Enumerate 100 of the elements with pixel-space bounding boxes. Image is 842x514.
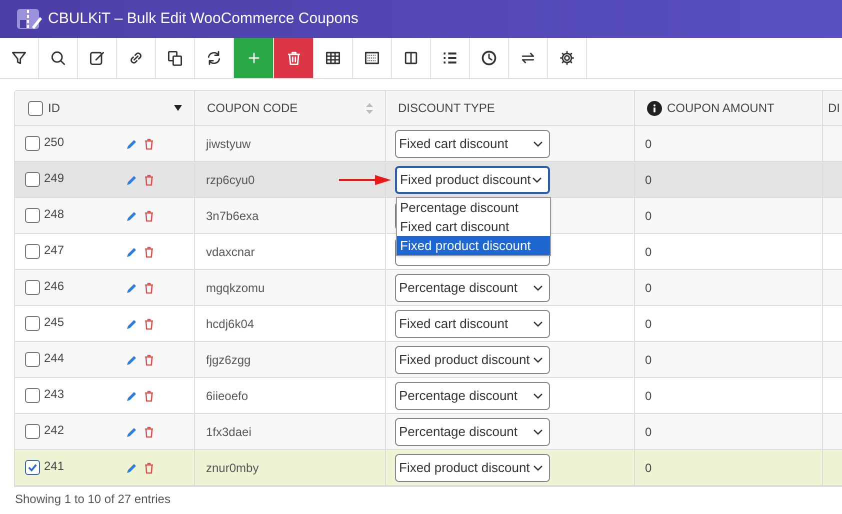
info-icon: [647, 100, 662, 116]
trash-icon[interactable]: [144, 246, 154, 258]
coupon-amount-cell: 0: [635, 342, 823, 377]
pencil-icon[interactable]: [126, 138, 138, 150]
row-checkbox[interactable]: [25, 208, 40, 223]
column-header: DI: [828, 100, 840, 117]
trash-icon[interactable]: [144, 282, 154, 294]
trash-icon[interactable]: [144, 318, 154, 330]
coupon-code-cell: jiwstyuw: [195, 126, 386, 161]
pencil-icon[interactable]: [126, 426, 138, 438]
edit-icon: [88, 49, 106, 67]
column-header: DISCOUNT TYPE: [398, 100, 495, 117]
row-id: 245: [44, 314, 66, 330]
copy-icon: [166, 49, 184, 67]
coupon-amount-cell: 0: [635, 126, 823, 161]
discount-type-select[interactable]: Percentage discount: [395, 274, 550, 302]
column-header: COUPON AMOUNT: [667, 100, 774, 117]
row-id: 241: [44, 458, 66, 474]
pencil-icon[interactable]: [126, 354, 138, 366]
trash-icon[interactable]: [144, 390, 154, 402]
coupon-amount-cell: 0: [635, 162, 823, 197]
chevron-icon: [533, 356, 543, 362]
trash-icon[interactable]: [144, 426, 154, 438]
coupon-amount-cell: 0: [635, 306, 823, 341]
coupon-code-cell: vdaxcnar: [195, 234, 386, 269]
delete-button[interactable]: [274, 38, 314, 78]
trash-icon[interactable]: [144, 354, 154, 366]
pencil-icon[interactable]: [126, 282, 138, 294]
filter-icon: [10, 49, 28, 67]
entries-info: Showing 1 to 10 of 27 entries: [15, 492, 172, 506]
row-checkbox[interactable]: [25, 136, 40, 151]
coupon-amount-cell: 0: [635, 198, 823, 233]
trash-icon[interactable]: [144, 138, 154, 150]
coupon-amount-cell: 0: [635, 450, 823, 485]
chevron-icon: [532, 176, 542, 182]
discount-type-select[interactable]: Fixed product discount: [395, 346, 550, 374]
pencil-icon[interactable]: [126, 462, 138, 474]
coupon-code-cell: 3n7b6exa: [195, 198, 386, 233]
coupon-amount-cell: 0: [635, 378, 823, 413]
pencil-icon[interactable]: [126, 390, 138, 402]
row-checkbox[interactable]: [25, 388, 40, 403]
pencil-icon[interactable]: [126, 246, 138, 258]
discount-type-select[interactable]: Fixed cart discount: [395, 310, 550, 338]
row-checkbox[interactable]: [25, 316, 40, 331]
row-checkbox[interactable]: [25, 424, 40, 439]
dropdown-option[interactable]: Fixed product discount: [397, 236, 550, 255]
sort-caret-icon[interactable]: [174, 105, 182, 111]
row-checkbox[interactable]: [25, 460, 40, 475]
dropdown-option[interactable]: Fixed cart discount: [397, 217, 550, 236]
row-id: 249: [44, 170, 66, 186]
discount-type-select[interactable]: Fixed product discount: [395, 454, 550, 482]
settings-icon: [558, 49, 576, 67]
trash-icon[interactable]: [144, 462, 154, 474]
row-id: 242: [44, 422, 66, 438]
row-checkbox[interactable]: [25, 280, 40, 295]
select-all-checkbox[interactable]: [28, 100, 43, 116]
row-id: 243: [44, 386, 66, 402]
chevron-icon: [533, 464, 543, 470]
chevron-icon: [533, 320, 543, 326]
dotted-grid-icon: [363, 49, 381, 67]
table-icon: [324, 49, 342, 67]
discount-type-select[interactable]: Percentage discount: [395, 418, 550, 446]
checkmark-icon: [27, 462, 38, 473]
row-id: 246: [44, 278, 66, 294]
discount-type-select[interactable]: Fixed cart discount: [395, 130, 550, 158]
row-id: 250: [44, 134, 66, 150]
arrow-icon: [339, 174, 391, 186]
coupon-code-cell: mgqkzomu: [195, 270, 386, 305]
coupon-amount-cell: 0: [635, 270, 823, 305]
row-id: 244: [44, 350, 66, 366]
chevron-icon: [533, 392, 543, 398]
coupon-code-cell: hcdj6k04: [195, 306, 386, 341]
pencil-icon[interactable]: [126, 318, 138, 330]
column-header: COUPON CODE: [207, 100, 299, 117]
coupon-code-cell: 6iieoefo: [195, 378, 386, 413]
row-checkbox[interactable]: [25, 352, 40, 367]
discount-type-select[interactable]: Fixed product discount: [395, 166, 550, 194]
row-id: 248: [44, 206, 66, 222]
row-checkbox[interactable]: [25, 244, 40, 259]
row-checkbox[interactable]: [25, 172, 40, 187]
coupon-amount-cell: 0: [635, 414, 823, 449]
dropdown-option[interactable]: Percentage discount: [397, 198, 550, 217]
window-title: CBULKiT – Bulk Edit WooCommerce Coupons: [48, 8, 358, 29]
trash-icon[interactable]: [144, 174, 154, 186]
coupon-code-cell: 1fx3daei: [195, 414, 386, 449]
coupon-code-cell: znur0mby: [195, 450, 386, 485]
clock-icon: [480, 49, 498, 67]
row-id: 247: [44, 242, 66, 258]
coupon-amount-cell: 0: [635, 234, 823, 269]
chevron-icon: [533, 284, 543, 290]
coupon-code-cell: fjgz6zgg: [195, 342, 386, 377]
column-header: ID: [48, 100, 61, 117]
trash-icon[interactable]: [144, 210, 154, 222]
search-icon: [49, 49, 67, 67]
chevron-icon: [533, 428, 543, 434]
discount-type-select[interactable]: Percentage discount: [395, 382, 550, 410]
pencil-icon[interactable]: [126, 210, 138, 222]
pencil-icon[interactable]: [126, 174, 138, 186]
refresh-icon: [205, 49, 223, 67]
columns-icon: [402, 49, 420, 67]
